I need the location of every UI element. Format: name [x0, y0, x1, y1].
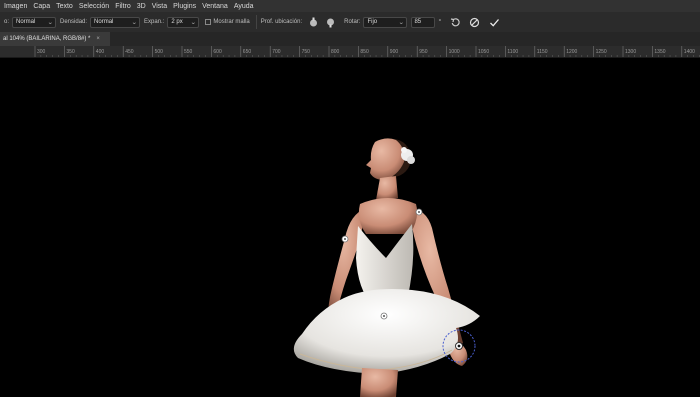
pin-depth-label: Prof. ubicación: [260, 19, 303, 25]
ruler-label: 500 [155, 49, 164, 55]
cancel-icon[interactable] [469, 17, 480, 28]
expansion-value: 2 px [171, 19, 183, 25]
menu-ventana[interactable]: Ventana [202, 3, 228, 10]
ruler-label: 1000 [449, 49, 460, 55]
mode-dropdown[interactable]: Normal ⌄ [12, 16, 57, 28]
ruler-label: 850 [360, 49, 369, 55]
rotate-value: Fijo [367, 19, 378, 25]
ruler-label: 300 [37, 49, 46, 55]
ruler-label: 450 [125, 49, 134, 55]
menu-texto[interactable]: Texto [56, 3, 73, 10]
close-icon[interactable]: × [96, 36, 100, 42]
ruler-label: 950 [419, 49, 428, 55]
ruler-label: 700 [272, 49, 281, 55]
commit-check-icon[interactable] [489, 17, 500, 28]
expansion-label: Expan.: [144, 19, 165, 25]
menu-imagen[interactable]: Imagen [4, 3, 27, 10]
chest [358, 198, 418, 234]
mode-label-partial: o: [4, 19, 10, 25]
mode-value: Normal [16, 19, 36, 25]
ruler-ticks: 300 350 400 450 500 550 600 650 700 750 800 850 900 9… [34, 46, 700, 57]
ballerina-photo [293, 138, 480, 397]
menu-3d[interactable]: 3D [137, 3, 146, 10]
ruler-label: 1150 [537, 49, 548, 55]
density-label: Densidad: [60, 19, 88, 25]
menu-vista[interactable]: Vista [152, 3, 167, 10]
ruler-label: 650 [243, 49, 252, 55]
divider [255, 15, 257, 29]
rotate-dropdown[interactable]: Fijo ⌄ [363, 16, 408, 28]
ruler-label: 1100 [507, 49, 518, 55]
document-tab[interactable]: al 104% (BAILARINA, RGB/8#) * × [0, 32, 110, 46]
ruler-label: 1350 [654, 49, 665, 55]
chevron-down-icon: ⌄ [398, 19, 405, 26]
horizontal-ruler: 300 350 400 450 500 550 600 650 700 750 800 850 900 9… [0, 46, 700, 58]
show-mesh-label: Mostrar malla [213, 19, 250, 25]
menu-seleccion[interactable]: Selección [79, 3, 109, 10]
document-tab-title: al 104% (BAILARINA, RGB/8#) * [3, 36, 91, 42]
angle-input[interactable]: 85 [411, 16, 436, 28]
options-bar: o: Normal ⌄ Densidad: Normal ⌄ Expan.: 2… [0, 12, 700, 32]
document-tab-bar: al 104% (BAILARINA, RGB/8#) * × [0, 32, 700, 46]
ruler-label: 550 [184, 49, 193, 55]
pin-send-backward-icon[interactable] [325, 17, 336, 28]
ruler-label: 400 [96, 49, 105, 55]
ruler-label: 350 [66, 49, 75, 55]
density-dropdown[interactable]: Normal ⌄ [90, 16, 141, 28]
pin-bring-forward-icon[interactable] [308, 17, 319, 28]
legs [360, 368, 398, 397]
expansion-field[interactable]: 2 px ⌄ [167, 16, 200, 28]
density-value: Normal [94, 19, 114, 25]
menu-filtro[interactable]: Filtro [115, 3, 131, 10]
menu-bar: Imagen Capa Texto Selección Filtro 3D Vi… [0, 0, 700, 12]
image-canvas[interactable] [0, 58, 700, 397]
angle-value: 85 [414, 19, 422, 25]
ruler-label: 1400 [684, 49, 695, 55]
ruler-label: 800 [331, 49, 340, 55]
ruler-label: 1300 [625, 49, 636, 55]
ruler-label: 1200 [566, 49, 577, 55]
ruler-label: 1050 [478, 49, 489, 55]
menu-plugins[interactable]: Plugins [173, 3, 196, 10]
chevron-down-icon: ⌄ [131, 19, 138, 26]
menu-capa[interactable]: Capa [33, 3, 50, 10]
neck [376, 176, 398, 200]
ruler-label: 900 [390, 49, 399, 55]
ruler-label: 1250 [596, 49, 607, 55]
show-mesh-checkbox[interactable] [205, 19, 212, 25]
rotate-label: Rotar: [344, 19, 361, 25]
reset-icon[interactable] [450, 17, 461, 28]
menu-ayuda[interactable]: Ayuda [234, 3, 254, 10]
ruler-label: 600 [213, 49, 222, 55]
angle-unit: ° [438, 18, 442, 26]
chevron-down-icon: ⌄ [190, 19, 197, 26]
ruler-label: 750 [302, 49, 311, 55]
chevron-down-icon: ⌄ [47, 19, 54, 26]
